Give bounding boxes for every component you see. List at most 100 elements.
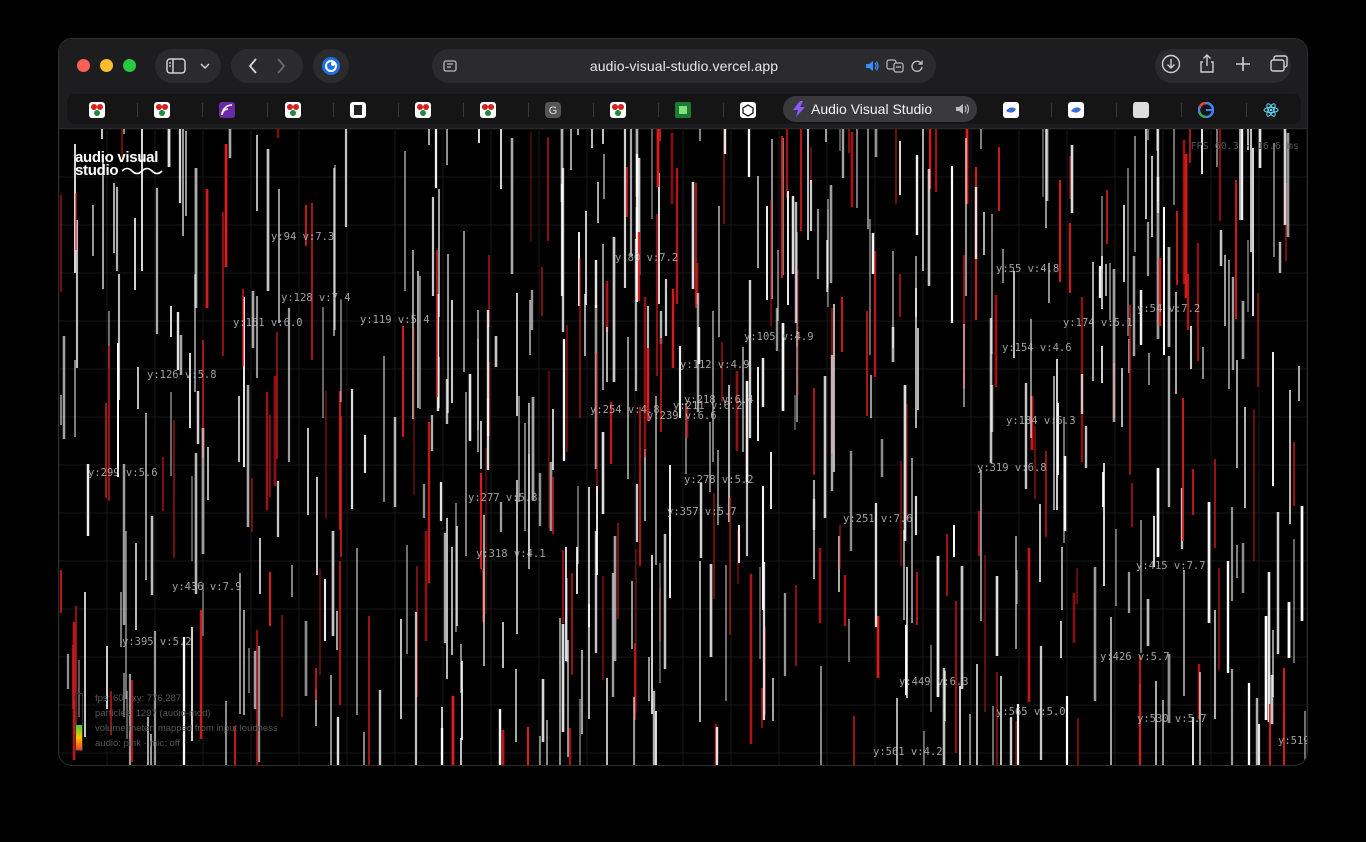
red-cluster-icon[interactable] bbox=[285, 102, 301, 118]
hud-line-particles: particles: 1297 (audio-mod) bbox=[95, 708, 211, 719]
particle-label: y:277 v:5.3 bbox=[468, 492, 538, 504]
hud-info: fps: 60 · xy: 776,287 particles: 1297 (a… bbox=[95, 691, 278, 751]
tab-separator bbox=[463, 103, 464, 117]
particle-label: y:299 v:5.6 bbox=[88, 467, 158, 479]
title-bar: audio-visual-studio.vercel.app bbox=[59, 39, 1307, 91]
particle-label: y:80 v:7.2 bbox=[615, 252, 679, 264]
new-tab-button[interactable] bbox=[1227, 49, 1259, 83]
particle-label: y:426 v:5.7 bbox=[1100, 651, 1170, 663]
tab-separator bbox=[528, 103, 529, 117]
red-cluster-icon[interactable] bbox=[480, 102, 496, 118]
particle-label: y:128 v:7.4 bbox=[281, 292, 351, 304]
particle-label: y:449 v:6.3 bbox=[899, 676, 969, 688]
app-logo: audio visual studio bbox=[75, 150, 164, 178]
share-button[interactable] bbox=[1191, 49, 1223, 83]
particle-label: y:239 v:6.6 bbox=[647, 410, 717, 422]
tab-separator bbox=[398, 103, 399, 117]
particle-label: y:126 v:5.8 bbox=[147, 369, 217, 381]
sidebar-icon bbox=[166, 58, 186, 74]
tab-bar: Audio Visual Studio G bbox=[59, 91, 1307, 129]
react-icon[interactable] bbox=[1263, 102, 1279, 118]
blue-bird-icon[interactable] bbox=[1068, 102, 1084, 118]
tab-overview-icon bbox=[1269, 54, 1289, 78]
rain-streaks bbox=[59, 129, 1307, 765]
green-puzzle-icon[interactable] bbox=[675, 102, 691, 118]
particle-label: y:436 v:7.9 bbox=[172, 581, 242, 593]
lightning-icon bbox=[791, 101, 807, 122]
fps-readout: FPS 60.3 · 16.6 ms bbox=[1190, 141, 1299, 152]
tab-separator bbox=[1051, 103, 1052, 117]
profile-icon bbox=[321, 56, 341, 76]
particle-label: y:565 v:5.0 bbox=[996, 706, 1066, 718]
download-icon bbox=[1161, 54, 1181, 79]
particle-label: y:357 v:5.7 bbox=[667, 506, 737, 518]
google-icon[interactable] bbox=[1197, 101, 1215, 119]
g-letter-icon[interactable]: G bbox=[545, 102, 561, 118]
book-icon[interactable] bbox=[350, 102, 366, 118]
close-window-button[interactable] bbox=[77, 59, 90, 72]
red-cluster-icon[interactable] bbox=[89, 102, 105, 118]
sidebar-toggle-button[interactable] bbox=[155, 49, 221, 83]
red-cluster-icon[interactable] bbox=[154, 102, 170, 118]
address-bar[interactable]: audio-visual-studio.vercel.app bbox=[432, 49, 936, 83]
red-cluster-icon[interactable] bbox=[415, 102, 431, 118]
navigation-buttons bbox=[231, 49, 303, 83]
particle-label: y:55 v:4.8 bbox=[996, 263, 1060, 275]
particle-label: y:119 v:5.4 bbox=[360, 314, 430, 326]
tab-separator bbox=[1246, 103, 1247, 117]
particle-label: y:530 v:5.7 bbox=[1137, 713, 1207, 725]
particle-label: y:319 v:6.8 bbox=[977, 462, 1047, 474]
share-icon bbox=[1198, 53, 1216, 79]
tab-audio-icon[interactable] bbox=[955, 102, 971, 121]
url-text: audio-visual-studio.vercel.app bbox=[589, 58, 779, 74]
toolbar-action-buttons bbox=[1155, 49, 1295, 83]
particle-label: y:174 v:5.1 bbox=[1063, 317, 1133, 329]
tab-separator bbox=[202, 103, 203, 117]
speaker-icon[interactable] bbox=[864, 58, 880, 74]
particle-label: y:519 bbox=[1278, 735, 1308, 747]
tab-strip: Audio Visual Studio G bbox=[67, 94, 1301, 124]
particle-label: y:151 v:6.0 bbox=[233, 317, 303, 329]
hud-line-meter: volume meter: mapped from input loudness bbox=[95, 723, 278, 734]
tab-separator bbox=[137, 103, 138, 117]
svg-text:G: G bbox=[549, 105, 558, 117]
visualizer-canvas[interactable]: audio visual studio FPS 60.3 · 16.6 ms y… bbox=[59, 129, 1308, 765]
red-cluster-icon[interactable] bbox=[610, 102, 626, 118]
particle-label: y:112 v:4.9 bbox=[680, 359, 750, 371]
translate-icon[interactable] bbox=[886, 58, 904, 74]
hud-line-audio: audio: pink · mic: off bbox=[95, 738, 180, 749]
particle-label: y:184 v:5.3 bbox=[1006, 415, 1076, 427]
wave-icon bbox=[121, 167, 163, 175]
chevron-down-icon[interactable] bbox=[200, 62, 210, 70]
purple-feed-icon[interactable] bbox=[219, 102, 235, 118]
tab-overview-button[interactable] bbox=[1263, 49, 1295, 83]
particle-label: y:318 v:4.1 bbox=[476, 548, 546, 560]
active-tab-title: Audio Visual Studio bbox=[811, 101, 933, 117]
page-menu-icon[interactable] bbox=[442, 58, 458, 74]
volume-meter-fill bbox=[76, 724, 82, 750]
tab-separator bbox=[593, 103, 594, 117]
maximize-window-button[interactable] bbox=[123, 59, 136, 72]
tab-audio-visual-studio[interactable]: Audio Visual Studio bbox=[783, 96, 977, 122]
tab-separator bbox=[1116, 103, 1117, 117]
particle-label: y:561 v:4.2 bbox=[873, 746, 943, 758]
profile-button[interactable] bbox=[313, 49, 349, 83]
minimize-window-button[interactable] bbox=[100, 59, 113, 72]
particle-label: y:94 v:7.3 bbox=[271, 231, 335, 243]
forward-arrow-icon[interactable] bbox=[276, 58, 286, 74]
tab-separator bbox=[333, 103, 334, 117]
blue-bird-icon[interactable] bbox=[1003, 102, 1019, 118]
reload-icon[interactable] bbox=[910, 59, 924, 73]
back-arrow-icon[interactable] bbox=[248, 58, 258, 74]
particle-label: y:415 v:7.7 bbox=[1136, 560, 1206, 572]
cube-icon[interactable] bbox=[740, 102, 756, 118]
volume-meter bbox=[75, 693, 83, 751]
particle-label: y:278 v:5.2 bbox=[684, 474, 754, 486]
white-square-icon[interactable] bbox=[1133, 102, 1149, 118]
particle-label: y:395 v:5.2 bbox=[122, 636, 192, 648]
browser-window: audio-visual-studio.vercel.app Audio Vis… bbox=[58, 38, 1308, 766]
tab-separator bbox=[723, 103, 724, 117]
hud-line-fps: fps: 60 · xy: 776,287 bbox=[95, 693, 182, 704]
downloads-button[interactable] bbox=[1155, 49, 1187, 83]
particle-label: y:54 v:7.2 bbox=[1137, 303, 1201, 315]
